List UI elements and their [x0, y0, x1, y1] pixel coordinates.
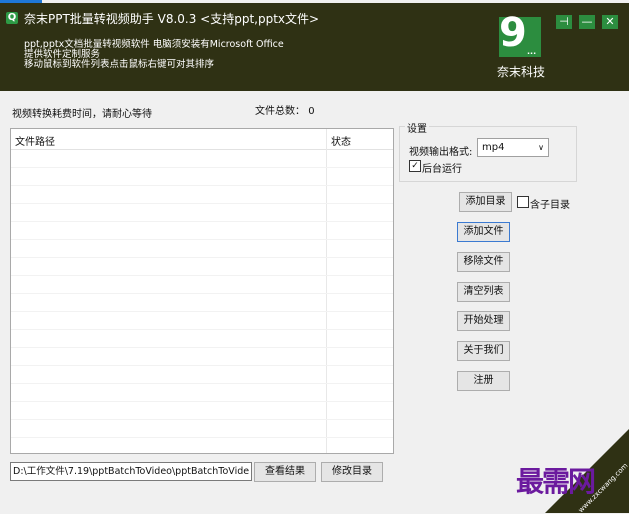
row-line	[11, 203, 393, 204]
chevron-down-icon: ∨	[538, 143, 544, 152]
row-line	[11, 185, 393, 186]
file-list[interactable]: 文件路径 状态	[10, 128, 394, 454]
logo-dots: ...	[527, 47, 537, 56]
column-divider	[326, 129, 327, 453]
column-status[interactable]: 状态	[331, 133, 351, 148]
row-line	[11, 347, 393, 348]
description: ppt,pptx文档批量转视频软件 电脑须安装有Microsoft Office…	[24, 40, 284, 70]
add-directory-button[interactable]: 添加目录	[459, 192, 512, 212]
file-count: 文件总数： 0	[255, 102, 315, 117]
file-count-value: 0	[308, 106, 315, 117]
row-line	[11, 383, 393, 384]
format-value: mp4	[482, 142, 505, 153]
company-name: 奈末科技	[497, 65, 546, 79]
row-line	[11, 221, 393, 222]
change-directory-button[interactable]: 修改目录	[321, 462, 383, 482]
info-text: 视频转换耗费时间，请耐心等待	[12, 109, 152, 120]
row-line	[11, 401, 393, 402]
file-count-label: 文件总数：	[255, 106, 305, 117]
format-select[interactable]: mp4 ∨	[477, 138, 549, 157]
row-line	[11, 437, 393, 438]
close-button[interactable]: ✕	[602, 15, 618, 29]
row-line	[11, 167, 393, 168]
row-line	[11, 419, 393, 420]
clear-list-button[interactable]: 清空列表	[457, 282, 510, 302]
row-line	[11, 365, 393, 366]
company-logo: 9 ...	[499, 13, 541, 57]
title-bar[interactable]: Q 奈末PPT批量转视频助手 V8.0.3 <支持ppt,pptx文件> ppt…	[0, 3, 629, 91]
row-line	[11, 329, 393, 330]
watermark: 最需网	[516, 465, 596, 498]
pin-button[interactable]: ⊣	[556, 15, 572, 29]
row-line	[11, 257, 393, 258]
background-run-label: 后台运行	[422, 164, 462, 175]
settings-legend: 设置	[405, 120, 429, 135]
view-result-button[interactable]: 查看结果	[254, 462, 316, 482]
include-subdir-checkbox[interactable]	[517, 196, 529, 208]
output-path-field[interactable]: D:\工作文件\7.19\pptBatchToVideo\pptBatchToV…	[10, 462, 252, 481]
description-line: 移动鼠标到软件列表点击鼠标右键可对其排序	[24, 59, 215, 70]
add-file-button[interactable]: 添加文件	[457, 222, 510, 242]
start-button[interactable]: 开始处理	[457, 311, 510, 331]
row-line	[11, 275, 393, 276]
row-line	[11, 239, 393, 240]
register-button[interactable]: 注册	[457, 371, 510, 391]
column-path[interactable]: 文件路径	[15, 133, 55, 148]
window-title: 奈末PPT批量转视频助手 V8.0.3 <支持ppt,pptx文件>	[24, 12, 320, 26]
list-header: 文件路径 状态	[11, 129, 393, 150]
logo-nine-icon: 9	[499, 10, 527, 56]
format-label: 视频输出格式:	[409, 147, 473, 158]
app-icon: Q	[6, 12, 18, 24]
row-line	[11, 293, 393, 294]
minimize-button[interactable]: —	[579, 15, 595, 29]
background-run-checkbox[interactable]: ✓	[409, 160, 421, 172]
remove-file-button[interactable]: 移除文件	[457, 252, 510, 272]
row-line	[11, 311, 393, 312]
about-button[interactable]: 关于我们	[457, 341, 510, 361]
include-subdir-label: 含子目录	[530, 200, 570, 211]
